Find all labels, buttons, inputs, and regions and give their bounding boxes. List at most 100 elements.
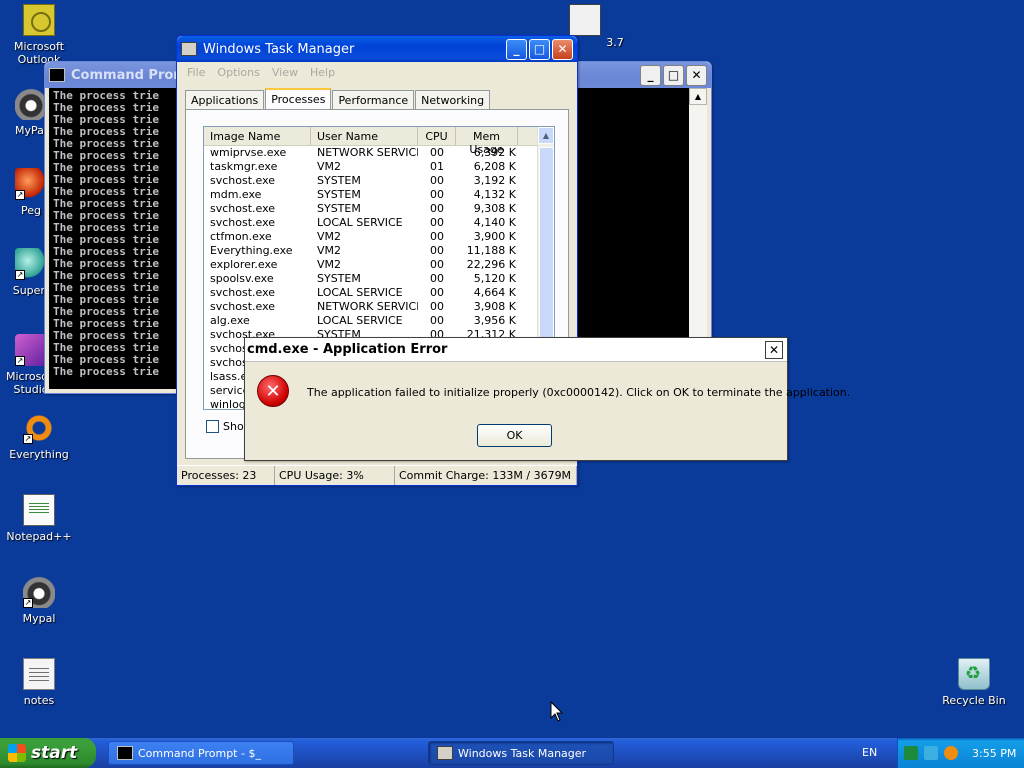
outlook-icon [23,4,55,36]
desktop-icon-outlook[interactable]: Microsoft Outlook [0,4,78,66]
column-image-name[interactable]: Image Name [204,127,311,145]
desktop-icon-everything[interactable]: ↗ Everything [0,412,78,461]
cell-mem-usage: 5,120 K [473,272,516,285]
cell-user-name: VM2 [317,230,342,243]
menu-file[interactable]: File [181,66,211,79]
close-button[interactable]: ✕ [552,38,573,60]
table-row[interactable]: svchost.exe NETWORK SERVICE 00 3,908 K [204,300,554,314]
table-row[interactable]: Everything.exe VM2 00 11,188 K [204,244,554,258]
dialog-close-button[interactable]: ✕ [765,341,783,359]
table-row[interactable]: svchost.exe SYSTEM 00 3,192 K [204,174,554,188]
cell-image-name: alg.exe [210,314,250,327]
cell-user-name: NETWORK SERVICE [317,300,418,313]
cell-user-name: LOCAL SERVICE [317,216,403,229]
cell-user-name: VM2 [317,258,342,271]
cell-image-name: explorer.exe [210,258,278,271]
application-error-dialog[interactable]: cmd.exe - Application Error ✕ ✕ The appl… [244,337,850,461]
desktop-icon-label: Mypal [22,612,56,625]
column-mem-usage[interactable]: Mem Usage [456,127,518,156]
cell-user-name: LOCAL SERVICE [317,314,403,327]
table-row[interactable]: explorer.exe VM2 00 22,296 K [204,258,554,272]
cell-mem-usage: 22,296 K [466,258,516,271]
taskbar-button-label: Command Prompt - $_ [138,746,261,760]
tab-applications[interactable]: Applications [185,90,265,109]
tray-network-icon[interactable] [924,746,938,760]
cell-user-name: SYSTEM [317,188,361,201]
scroll-thumb[interactable] [539,147,554,347]
text-file-icon [23,658,55,690]
cell-image-name: spoolsv.exe [210,272,274,285]
status-processes: Processes: 23 [177,466,275,485]
start-button[interactable]: start [0,738,96,768]
cell-cpu: 00 [430,188,444,201]
cell-user-name: SYSTEM [317,202,361,215]
menu-bar: File Options View Help [177,62,577,82]
taskbar-button-cmd[interactable]: Command Prompt - $_ [108,741,294,765]
table-row[interactable]: alg.exe LOCAL SERVICE 00 3,956 K [204,314,554,328]
maximize-button[interactable]: □ [529,38,550,60]
checkbox-box[interactable] [206,420,219,433]
cell-mem-usage: 4,140 K [473,216,516,229]
cell-cpu: 00 [430,258,444,271]
cell-mem-usage: 9,308 K [473,202,516,215]
menu-help[interactable]: Help [304,66,341,79]
cell-mem-usage: 3,956 K [473,314,516,327]
column-cpu[interactable]: CPU [418,127,456,145]
everything-icon: ↗ [23,412,55,444]
cell-image-name: svchost.exe [210,286,276,299]
desktop-icon-recycle-bin[interactable]: Recycle Bin [935,658,1013,707]
tray-search-icon[interactable] [944,746,958,760]
cmd-app-icon [49,68,65,82]
table-row[interactable]: spoolsv.exe SYSTEM 00 5,120 K [204,272,554,286]
mouse-cursor-icon [550,701,564,722]
cell-mem-usage: 11,188 K [466,244,516,257]
cell-mem-usage: 6,392 K [473,146,516,159]
table-row[interactable]: svchost.exe LOCAL SERVICE 00 4,140 K [204,216,554,230]
desktop-icon-label: Notepad++ [6,530,72,543]
cell-mem-usage: 6,208 K [473,160,516,173]
scroll-up-arrow-icon[interactable]: ▲ [689,88,707,105]
language-indicator[interactable]: EN [862,746,877,759]
maximize-button[interactable]: □ [663,64,684,86]
table-row[interactable]: wmiprvse.exe NETWORK SERVICE 00 6,392 K [204,146,554,160]
table-row[interactable]: svchost.exe LOCAL SERVICE 00 4,664 K [204,286,554,300]
tab-networking[interactable]: Networking [415,90,491,109]
desktop-icon-mypal[interactable]: ↗ Mypal [0,576,78,625]
table-row[interactable]: svchost.exe SYSTEM 00 9,308 K [204,202,554,216]
tray-app-icon[interactable] [904,746,918,760]
tm-titlebar[interactable]: Windows Task Manager _ □ ✕ [177,36,577,62]
cell-image-name: taskmgr.exe [210,160,278,173]
tm-title: Windows Task Manager [203,41,355,57]
desktop-icon-notes[interactable]: notes [0,658,78,707]
minimize-button[interactable]: _ [640,64,661,86]
desktop-icon-label: notes [23,694,55,707]
table-row[interactable]: mdm.exe SYSTEM 00 4,132 K [204,188,554,202]
cell-image-name: Everything.exe [210,244,293,257]
table-row[interactable]: ctfmon.exe VM2 00 3,900 K [204,230,554,244]
taskbar-button-task-manager[interactable]: Windows Task Manager [428,741,614,765]
cell-cpu: 00 [430,244,444,257]
scroll-up-arrow-icon[interactable]: ▲ [538,127,554,144]
cell-cpu: 00 [430,202,444,215]
status-commit-charge: Commit Charge: 133M / 3679M [395,466,577,485]
table-row[interactable]: taskmgr.exe VM2 01 6,208 K [204,160,554,174]
cell-cpu: 00 [430,174,444,187]
shortcut-arrow-icon: ↗ [15,356,25,366]
system-tray: 3:55 PM [897,738,1024,768]
column-user-name[interactable]: User Name [311,127,418,145]
desktop-icon-notepadpp[interactable]: Notepad++ [0,494,78,543]
close-button[interactable]: ✕ [686,64,707,86]
menu-view[interactable]: View [266,66,304,79]
tab-performance[interactable]: Performance [332,90,415,109]
recycle-bin-icon [958,658,990,690]
cmd-app-icon [117,746,133,760]
minimize-button[interactable]: _ [506,38,527,60]
cell-mem-usage: 3,900 K [473,230,516,243]
tab-processes[interactable]: Processes [265,88,332,110]
cell-user-name: NETWORK SERVICE [317,146,418,159]
shortcut-arrow-icon: ↗ [15,190,25,200]
menu-options[interactable]: Options [211,66,265,79]
status-cpu-usage: CPU Usage: 3% [275,466,395,485]
ok-button[interactable]: OK [477,424,552,447]
notepad-icon [23,494,55,526]
